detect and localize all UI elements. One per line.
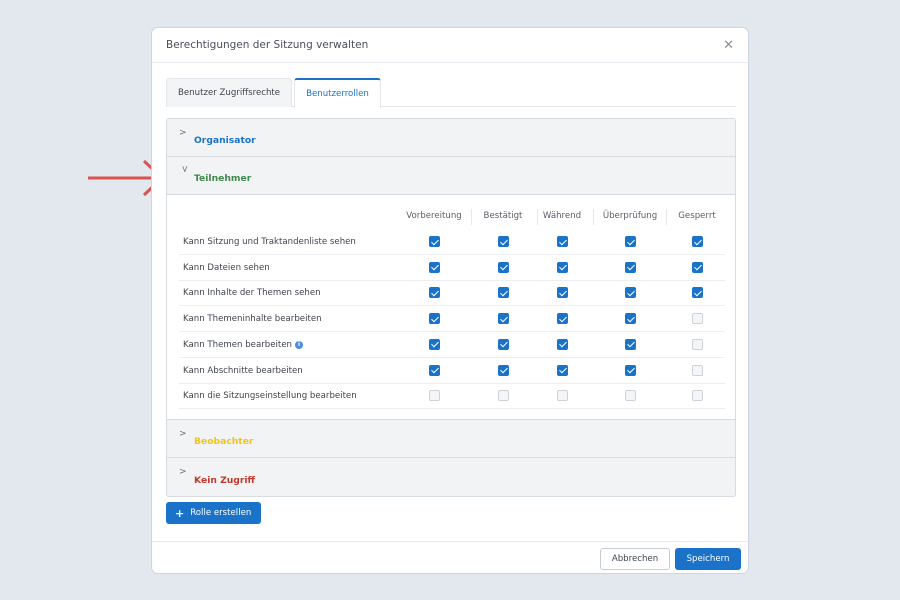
permissions-table: Vorbereitung Bestätigt Während Überprüfung G… <box>167 195 735 420</box>
permission-row: Kann Dateien sehen <box>179 255 725 281</box>
tab-user-access-rights[interactable]: Benutzer Zugriffsrechte <box>166 78 293 107</box>
role-kein-zugriff-header[interactable]: > Kein Zugriff <box>167 458 735 496</box>
permission-label-text: Kann Themen bearbeiten <box>183 339 292 350</box>
permissions-dialog: Berechtigungen der Sitzung verwalten ✕ B… <box>151 27 749 574</box>
permission-checkbox[interactable] <box>556 236 568 247</box>
chevron-right-icon: > <box>179 429 187 439</box>
permission-row: Kann Themen bearbeiten i <box>179 332 725 358</box>
permission-row: Kann Sitzung und Traktandenliste sehen <box>179 229 725 255</box>
permission-checkbox[interactable] <box>624 236 636 247</box>
permission-checkbox[interactable] <box>691 364 703 376</box>
close-icon[interactable]: ✕ <box>723 39 734 52</box>
column-header: Während <box>542 211 582 221</box>
chevron-right-icon: > <box>179 467 187 477</box>
role-label: Kein Zugriff <box>194 474 255 486</box>
permission-checkbox[interactable] <box>428 313 440 325</box>
save-button[interactable]: Speichern <box>675 548 741 570</box>
permission-checkbox[interactable] <box>691 261 703 273</box>
column-header: Vorbereitung <box>406 211 462 221</box>
tab-bar: Benutzer Zugriffsrechte Benutzerrollen <box>166 78 736 108</box>
add-role-label: Rolle erstellen <box>190 508 252 518</box>
column-divider <box>666 209 667 225</box>
permission-checkbox[interactable] <box>428 364 440 376</box>
permission-label: Kann Abschnitte bearbeiten <box>183 366 303 376</box>
dialog-header: Berechtigungen der Sitzung verwalten ✕ <box>152 28 748 63</box>
permission-checkbox[interactable] <box>691 236 703 247</box>
chevron-down-icon: > <box>178 165 189 173</box>
permission-checkbox[interactable] <box>624 338 636 350</box>
permission-label: Kann die Sitzungseinstellung bearbeiten <box>183 391 357 401</box>
permission-label-text: Kann Themeninhalte bearbeiten <box>183 314 322 325</box>
permission-label-text: Kann die Sitzungseinstellung bearbeiten <box>183 391 357 402</box>
permission-checkbox[interactable] <box>624 287 636 299</box>
permission-checkbox[interactable] <box>556 287 568 299</box>
permission-checkbox[interactable] <box>624 364 636 376</box>
permission-checkbox[interactable] <box>691 313 703 325</box>
permission-label: Kann Sitzung und Traktandenliste sehen <box>183 237 356 247</box>
permission-checkbox[interactable] <box>497 338 509 350</box>
permission-checkbox[interactable] <box>428 390 440 402</box>
column-divider <box>471 209 472 225</box>
permission-checkbox[interactable] <box>497 390 509 402</box>
role-teilnehmer-header[interactable]: > Teilnehmer <box>167 157 735 195</box>
permission-row: Kann Abschnitte bearbeiten <box>179 358 725 384</box>
permission-checkbox[interactable] <box>624 261 636 273</box>
dialog-title: Berechtigungen der Sitzung verwalten <box>166 39 369 51</box>
column-header: Überprüfung <box>602 211 658 221</box>
permission-checkbox[interactable] <box>556 364 568 376</box>
chevron-right-icon: > <box>179 128 187 138</box>
dialog-footer: Abbrechen Speichern <box>152 541 748 573</box>
permission-checkbox[interactable] <box>497 313 509 325</box>
role-organisator-header[interactable]: > Organisator <box>167 119 735 157</box>
role-label: Organisator <box>194 135 256 146</box>
permission-label-text: Kann Abschnitte bearbeiten <box>183 365 303 376</box>
role-label: Teilnehmer <box>194 173 252 184</box>
permission-checkbox[interactable] <box>556 313 568 325</box>
permission-checkbox[interactable] <box>624 390 636 402</box>
roles-accordion: > Organisator > Teilnehmer Vorbereitung B… <box>166 118 736 497</box>
tab-user-roles[interactable]: Benutzerrollen <box>294 78 381 108</box>
permission-checkbox[interactable] <box>497 364 509 376</box>
permission-checkbox[interactable] <box>624 313 636 325</box>
permission-label: Kann Dateien sehen <box>183 263 270 273</box>
permission-checkbox[interactable] <box>556 390 568 402</box>
permission-checkbox[interactable] <box>497 236 509 247</box>
permission-checkbox[interactable] <box>691 338 703 350</box>
permission-label: Kann Inhalte der Themen sehen <box>183 288 321 298</box>
role-beobachter-header[interactable]: > Beobachter <box>167 420 735 458</box>
permission-label-text: Kann Dateien sehen <box>183 262 270 273</box>
permission-checkbox[interactable] <box>428 261 440 273</box>
add-role-button[interactable]: + Rolle erstellen <box>166 502 261 524</box>
permission-label: Kann Themen bearbeiten i <box>183 340 303 350</box>
permission-label-text: Kann Sitzung und Traktandenliste sehen <box>183 237 356 247</box>
info-icon[interactable]: i <box>294 340 303 349</box>
permission-checkbox[interactable] <box>497 261 509 273</box>
plus-icon: + <box>175 506 185 520</box>
permission-row: Kann Inhalte der Themen sehen <box>179 280 725 307</box>
permission-label-text: Kann Inhalte der Themen sehen <box>183 288 321 299</box>
permission-checkbox[interactable] <box>691 390 703 402</box>
permission-row: Kann die Sitzungseinstellung bearbeiten <box>179 383 725 410</box>
column-divider <box>593 209 594 225</box>
permission-label: Kann Themeninhalte bearbeiten <box>183 314 322 324</box>
permission-checkbox[interactable] <box>556 338 568 350</box>
cancel-button[interactable]: Abbrechen <box>600 548 670 570</box>
permission-checkbox[interactable] <box>428 287 440 299</box>
column-header: Bestätigt <box>483 211 523 221</box>
permission-checkbox[interactable] <box>428 236 440 247</box>
permission-checkbox[interactable] <box>556 261 568 273</box>
column-divider <box>537 209 538 225</box>
column-header: Gesperrt <box>678 211 716 221</box>
permission-row: Kann Themeninhalte bearbeiten <box>179 306 725 333</box>
permission-checkbox[interactable] <box>691 287 703 299</box>
permission-checkbox[interactable] <box>497 287 509 299</box>
permission-checkbox[interactable] <box>428 338 440 350</box>
role-label: Beobachter <box>194 436 254 447</box>
